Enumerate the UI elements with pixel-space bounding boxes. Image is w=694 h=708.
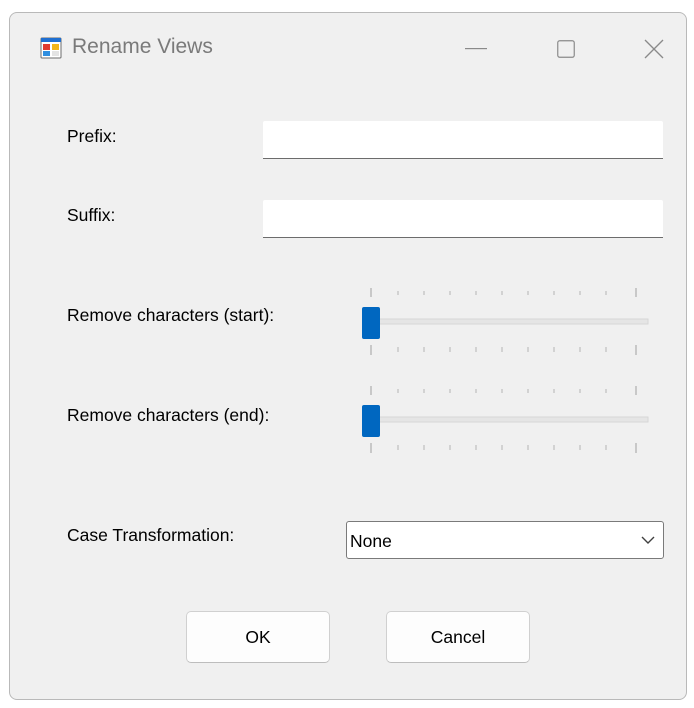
- title-bar[interactable]: Rename Views: [10, 13, 686, 83]
- remove-start-track: [377, 318, 649, 325]
- suffix-label: Suffix:: [67, 205, 116, 225]
- remove-end-ticks-bottom: [370, 443, 637, 453]
- remove-end-slider[interactable]: [356, 379, 656, 459]
- case-transformation-selected: None: [350, 531, 392, 551]
- cancel-button[interactable]: Cancel: [386, 611, 530, 663]
- suffix-input[interactable]: [263, 200, 663, 238]
- window-title: Rename Views: [72, 35, 213, 58]
- chevron-down-icon: [641, 533, 655, 552]
- close-button[interactable]: [624, 21, 684, 77]
- case-transformation-dropdown[interactable]: None: [346, 521, 664, 559]
- remove-start-slider[interactable]: [356, 281, 656, 361]
- remove-end-ticks-top: [370, 386, 637, 395]
- remove-start-thumb[interactable]: [362, 307, 380, 339]
- maximize-icon: [557, 40, 575, 58]
- remove-end-thumb[interactable]: [362, 405, 380, 437]
- remove-start-ticks-bottom: [370, 345, 637, 355]
- remove-start-slider-graphic: [362, 288, 649, 355]
- ok-button[interactable]: OK: [186, 611, 330, 663]
- close-icon: [644, 39, 664, 59]
- prefix-label: Prefix:: [67, 126, 117, 146]
- maximize-button[interactable]: [536, 21, 596, 77]
- remove-end-slider-graphic: [362, 386, 649, 453]
- case-transformation-label: Case Transformation:: [67, 525, 235, 545]
- prefix-input[interactable]: [263, 121, 663, 159]
- application-form-icon: [40, 37, 62, 59]
- remove-start-label: Remove characters (start):: [67, 305, 275, 325]
- minimize-button[interactable]: [446, 21, 506, 77]
- remove-start-ticks-top: [370, 288, 637, 297]
- rename-views-dialog: Rename Views Prefix: Suffix: Remove char…: [9, 12, 687, 700]
- remove-end-label: Remove characters (end):: [67, 405, 270, 425]
- minimize-icon: [465, 48, 487, 50]
- remove-end-track: [377, 416, 649, 423]
